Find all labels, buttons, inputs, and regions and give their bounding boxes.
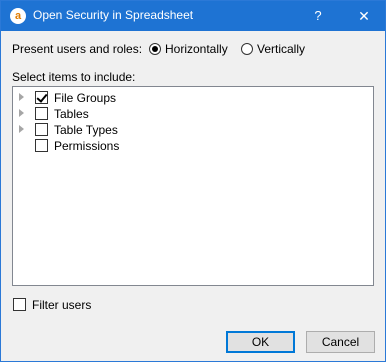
cancel-button[interactable]: Cancel	[306, 331, 375, 353]
radio-unselected-icon	[241, 43, 253, 55]
present-users-roles-label: Present users and roles:	[12, 42, 143, 56]
tree-item-table-types[interactable]: Table Types	[13, 122, 353, 138]
radio-vertically-label: Vertically	[257, 42, 306, 56]
tree-item-label: Table Types	[54, 123, 118, 137]
filter-users-label[interactable]: Filter users	[32, 298, 91, 312]
ok-button[interactable]: OK	[226, 331, 295, 353]
tree-item-permissions[interactable]: Permissions	[13, 138, 353, 154]
tree-item-tables[interactable]: Tables	[13, 106, 353, 122]
radio-horizontally-label: Horizontally	[165, 42, 228, 56]
title-bar[interactable]: a Open Security in Spreadsheet ? ✕	[1, 1, 385, 31]
expand-arrow-icon[interactable]	[19, 109, 24, 117]
checkbox-unchecked[interactable]	[35, 107, 48, 120]
tree-item-label: File Groups	[54, 91, 117, 105]
close-button[interactable]: ✕	[343, 1, 385, 31]
tree-item-label: Permissions	[54, 139, 120, 153]
radio-selected-icon	[149, 43, 161, 55]
filter-users-checkbox[interactable]	[13, 298, 26, 311]
checkbox-checked[interactable]	[35, 91, 48, 104]
checkbox-unchecked[interactable]	[35, 139, 48, 152]
select-items-label: Select items to include:	[12, 70, 136, 84]
help-button[interactable]: ?	[307, 1, 329, 31]
expand-arrow-icon[interactable]	[19, 93, 24, 101]
app-logo-icon: a	[10, 8, 26, 24]
radio-horizontally[interactable]: Horizontally	[149, 42, 228, 58]
dialog-title: Open Security in Spreadsheet	[33, 8, 194, 22]
tree-item-label: Tables	[54, 107, 89, 121]
radio-vertically[interactable]: Vertically	[241, 42, 305, 58]
tree-item-file-groups[interactable]: File Groups	[13, 90, 353, 106]
expand-arrow-icon[interactable]	[19, 125, 24, 133]
items-tree[interactable]: File Groups Tables Table Types Permissio…	[12, 86, 374, 286]
dialog-window: a Open Security in Spreadsheet ? ✕ Prese…	[0, 0, 386, 362]
checkbox-unchecked[interactable]	[35, 123, 48, 136]
